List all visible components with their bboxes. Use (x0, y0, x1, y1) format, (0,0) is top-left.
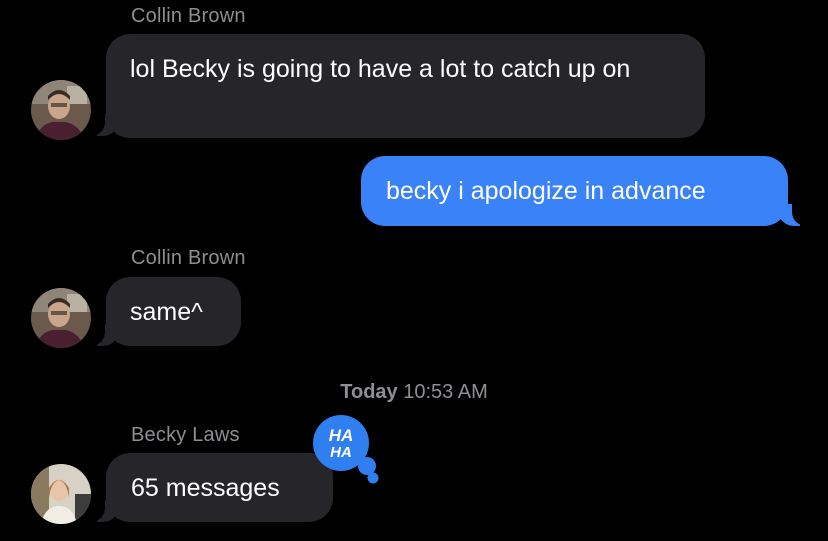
sender-name: Collin Brown (131, 247, 246, 269)
message-bubble[interactable]: 65 messages (106, 453, 333, 522)
timestamp-time: 10:53 AM (403, 381, 488, 403)
message-bubble[interactable]: lol Becky is going to have a lot to catc… (106, 34, 705, 138)
sender-name: Collin Brown (131, 5, 246, 27)
timestamp: Today 10:53 AM (0, 381, 828, 404)
avatar[interactable] (31, 464, 91, 524)
haha-text: HA (329, 426, 354, 445)
avatar[interactable] (31, 288, 91, 348)
haha-text-second: HA (330, 444, 352, 461)
message-bubble[interactable]: becky i apologize in advance (361, 156, 788, 226)
message-bubble[interactable]: same^ (106, 277, 241, 346)
message-text: lol Becky is going to have a lot to catc… (130, 55, 631, 83)
avatar[interactable] (31, 80, 91, 140)
timestamp-day: Today (340, 381, 398, 403)
sender-name: Becky Laws (131, 424, 240, 446)
message-text: becky i apologize in advance (386, 177, 706, 205)
message-text: 65 messages (131, 474, 280, 502)
message-text: same^ (130, 298, 203, 326)
haha-tapback-icon[interactable]: HA HA (307, 409, 379, 489)
